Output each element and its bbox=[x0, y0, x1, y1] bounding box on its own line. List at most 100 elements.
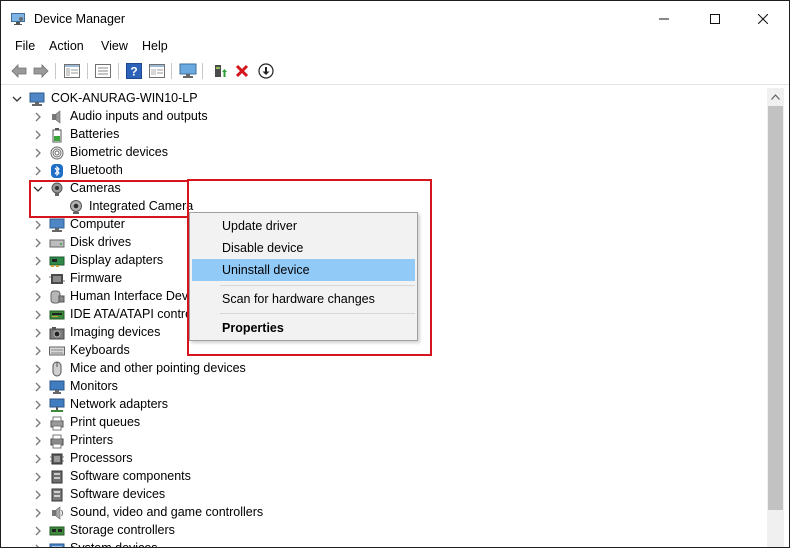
toolbar: ? bbox=[1, 58, 789, 85]
chevron-right-icon[interactable] bbox=[32, 327, 44, 339]
category-biometric-devices[interactable]: Biometric devices bbox=[1, 144, 761, 162]
title-bar[interactable]: Device Manager bbox=[1, 1, 789, 37]
menu-view[interactable]: View bbox=[101, 39, 128, 53]
maximize-button[interactable] bbox=[692, 1, 738, 37]
menu-uninstall-device[interactable]: Uninstall device bbox=[192, 259, 415, 281]
forward-button[interactable] bbox=[31, 61, 51, 81]
category-monitors[interactable]: Monitors bbox=[1, 378, 761, 396]
tree-item-label: System devices bbox=[70, 541, 158, 548]
minimize-button[interactable] bbox=[641, 1, 687, 37]
chevron-right-icon[interactable] bbox=[32, 129, 44, 141]
category-processors[interactable]: Processors bbox=[1, 450, 761, 468]
ide-icon bbox=[49, 310, 65, 320]
menu-properties[interactable]: Properties bbox=[192, 317, 415, 339]
chevron-right-icon[interactable] bbox=[32, 381, 44, 393]
view-list-button[interactable] bbox=[93, 61, 113, 81]
computer-icon bbox=[29, 92, 45, 106]
category-print-queues[interactable]: Print queues bbox=[1, 414, 761, 432]
category-audio-inputs-and-outputs[interactable]: Audio inputs and outputs bbox=[1, 108, 761, 126]
uninstall-device-button[interactable] bbox=[232, 61, 252, 81]
imaging-icon bbox=[49, 327, 65, 340]
chevron-right-icon[interactable] bbox=[32, 147, 44, 159]
tree-item-label: Imaging devices bbox=[70, 325, 161, 339]
update-driver-button[interactable] bbox=[210, 61, 230, 81]
tree-item-label: Biometric devices bbox=[70, 145, 168, 159]
scroll-up-button[interactable] bbox=[767, 88, 784, 105]
monitor-icon bbox=[49, 380, 65, 394]
chevron-right-icon[interactable] bbox=[32, 309, 44, 321]
category-software-devices[interactable]: Software devices bbox=[1, 486, 761, 504]
category-software-components[interactable]: Software components bbox=[1, 468, 761, 486]
menu-properties-label: Properties bbox=[222, 321, 284, 335]
tree-item-label: Keyboards bbox=[70, 343, 130, 357]
menu-action[interactable]: Action bbox=[49, 39, 84, 53]
chevron-right-icon[interactable] bbox=[32, 453, 44, 465]
chevron-right-icon[interactable] bbox=[32, 525, 44, 537]
category-system-devices[interactable]: System devices bbox=[1, 540, 761, 548]
system-icon bbox=[49, 543, 65, 547]
tree-item-label: Human Interface Devic bbox=[70, 289, 198, 303]
firmware-icon bbox=[49, 274, 65, 284]
category-printers[interactable]: Printers bbox=[1, 432, 761, 450]
tree-item-label: IDE ATA/ATAPI control bbox=[70, 307, 195, 321]
category-network-adapters[interactable]: Network adapters bbox=[1, 396, 761, 414]
battery-icon bbox=[52, 128, 62, 143]
menu-bar: File Action View Help bbox=[1, 37, 789, 57]
menu-disable-device[interactable]: Disable device bbox=[192, 237, 415, 259]
menu-scan-hardware[interactable]: Scan for hardware changes bbox=[192, 288, 415, 310]
vertical-scrollbar[interactable] bbox=[767, 88, 784, 547]
tree-item-label: Bluetooth bbox=[70, 163, 123, 177]
toolbar-separator bbox=[171, 63, 172, 79]
chevron-right-icon[interactable] bbox=[32, 399, 44, 411]
close-button[interactable] bbox=[740, 1, 786, 37]
tree-item-label: Disk drives bbox=[70, 235, 132, 249]
chevron-right-icon[interactable] bbox=[32, 219, 44, 231]
menu-file[interactable]: File bbox=[15, 39, 35, 53]
enable-device-button[interactable] bbox=[256, 61, 276, 81]
chevron-right-icon[interactable] bbox=[32, 237, 44, 249]
chevron-right-icon[interactable] bbox=[32, 543, 44, 548]
back-button[interactable] bbox=[9, 61, 29, 81]
show-hide-console-tree-button[interactable] bbox=[62, 61, 82, 81]
chevron-right-icon[interactable] bbox=[32, 291, 44, 303]
chevron-right-icon[interactable] bbox=[32, 471, 44, 483]
chevron-right-icon[interactable] bbox=[32, 255, 44, 267]
chevron-right-icon[interactable] bbox=[32, 111, 44, 123]
chevron-right-icon[interactable] bbox=[32, 489, 44, 501]
chevron-down-icon[interactable] bbox=[11, 93, 23, 105]
scrollbar-thumb[interactable] bbox=[768, 106, 783, 510]
speaker-icon bbox=[52, 110, 61, 124]
chevron-right-icon[interactable] bbox=[32, 507, 44, 519]
help-button[interactable]: ? bbox=[124, 61, 144, 81]
maximize-icon bbox=[710, 14, 720, 24]
chevron-right-icon[interactable] bbox=[32, 345, 44, 357]
category-batteries[interactable]: Batteries bbox=[1, 126, 761, 144]
chevron-right-icon[interactable] bbox=[32, 435, 44, 447]
device-manager-window: Device Manager File Action View Help ? C… bbox=[0, 0, 790, 548]
tree-item-label: Storage controllers bbox=[70, 523, 175, 537]
context-menu: Update driver Disable device Uninstall d… bbox=[189, 212, 418, 341]
back-arrow-icon bbox=[11, 64, 27, 78]
properties-pane-button[interactable] bbox=[147, 61, 167, 81]
fingerprint-icon bbox=[50, 146, 64, 160]
menu-help[interactable]: Help bbox=[142, 39, 168, 53]
chevron-right-icon[interactable] bbox=[32, 273, 44, 285]
tree-root[interactable]: COK-ANURAG-WIN10-LP bbox=[1, 90, 761, 108]
category-sound-video-and-game-controllers[interactable]: Sound, video and game controllers bbox=[1, 504, 761, 522]
category-bluetooth[interactable]: Bluetooth bbox=[1, 162, 761, 180]
scan-hardware-button[interactable] bbox=[178, 61, 198, 81]
chevron-right-icon[interactable] bbox=[32, 363, 44, 375]
category-mice-and-other-pointing-devices[interactable]: Mice and other pointing devices bbox=[1, 360, 761, 378]
chevron-right-icon[interactable] bbox=[32, 165, 44, 177]
menu-update-driver[interactable]: Update driver bbox=[192, 215, 415, 237]
disk-icon bbox=[49, 239, 65, 248]
chevron-right-icon[interactable] bbox=[32, 417, 44, 429]
tree-item-label: Print queues bbox=[70, 415, 141, 429]
remove-x-icon bbox=[235, 64, 249, 78]
tree-item-label: Printers bbox=[70, 433, 114, 447]
list-view-icon bbox=[95, 64, 111, 78]
category-storage-controllers[interactable]: Storage controllers bbox=[1, 522, 761, 540]
storage-icon bbox=[49, 526, 65, 536]
chevron-up-icon bbox=[771, 93, 780, 100]
menu-separator bbox=[220, 313, 415, 314]
